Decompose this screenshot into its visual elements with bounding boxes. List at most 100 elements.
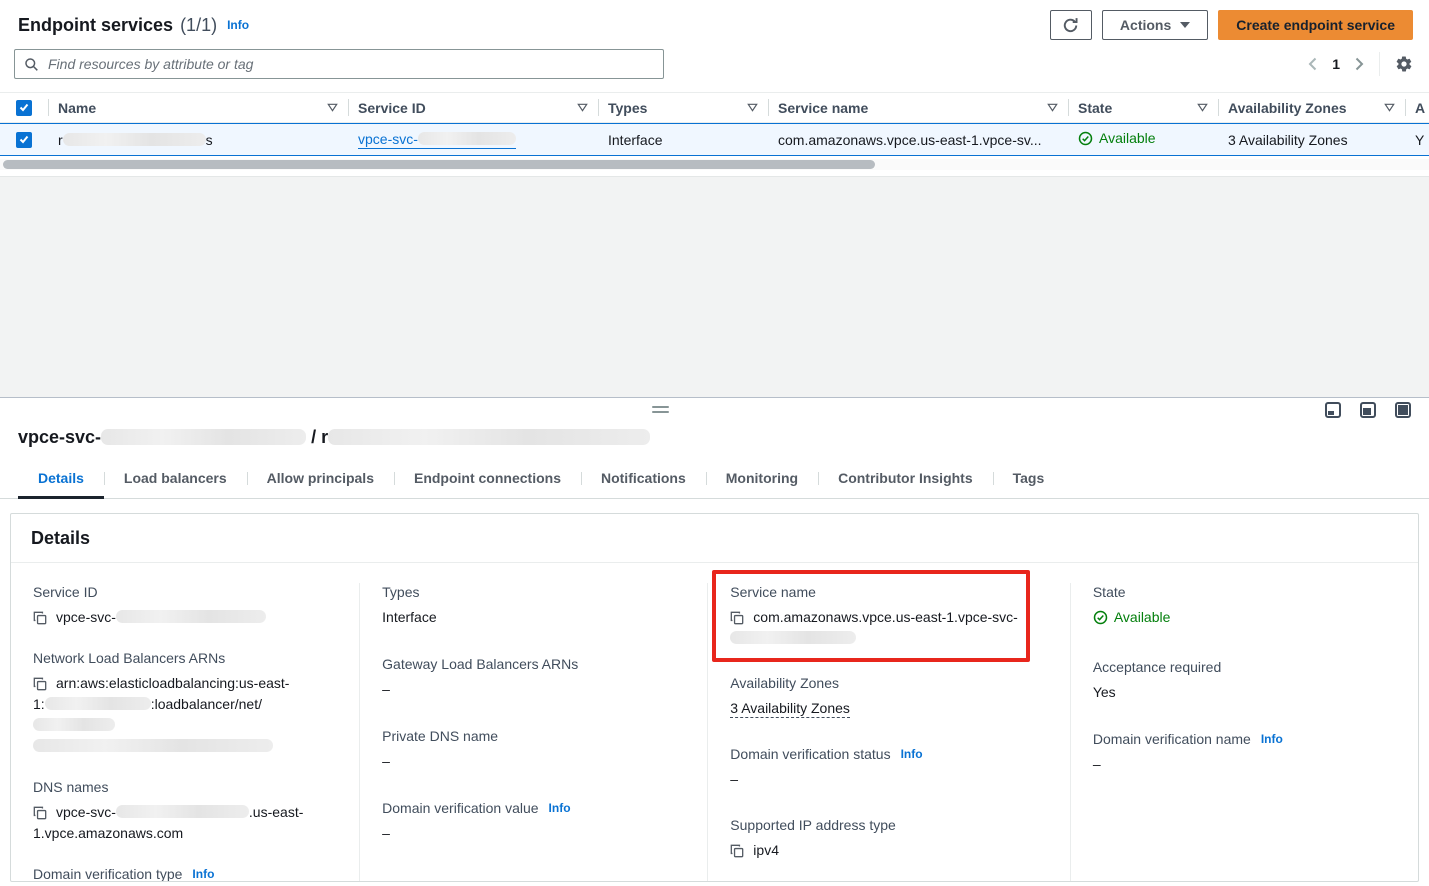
copy-icon[interactable] [33,806,47,820]
info-link[interactable]: Info [227,18,249,32]
tab-contributor-insights[interactable]: Contributor Insights [818,461,993,498]
copy-icon[interactable] [730,611,744,625]
next-page-icon[interactable] [1355,57,1364,71]
check-circle-icon [1093,610,1108,625]
tab-details[interactable]: Details [18,461,104,498]
info-link[interactable]: Info [549,799,571,817]
check-circle-icon [1078,131,1093,146]
column-header-service-id[interactable]: Service ID [348,93,598,122]
horizontal-scrollbar-thumb[interactable] [3,160,875,169]
redacted-text [33,718,115,731]
tab-endpoint-connections[interactable]: Endpoint connections [394,461,581,498]
page-header: Endpoint services (1/1) Info Actions Cre… [0,0,1429,38]
field-dns-names: DNS names vpce-svc-.us-east- 1.vpce.amaz… [33,778,341,844]
tab-allow-principals[interactable]: Allow principals [247,461,394,498]
service-id-link[interactable]: vpce-svc- [358,131,516,149]
actions-button-label: Actions [1120,17,1171,33]
details-card: Details Service ID vpce-svc- Network Loa… [10,513,1419,882]
redacted-text [116,610,266,623]
column-header-state[interactable]: State [1068,93,1218,122]
cell-state: Available [1068,130,1218,149]
sort-icon [1189,103,1208,112]
field-service-name-highlighted: Service name com.amazonaws.vpce.us-east-… [712,570,1030,662]
info-link[interactable]: Info [192,865,214,882]
field-nlb-arns: Network Load Balancers ARNs arn:aws:elas… [33,649,341,757]
table-header-row: Name Service ID Types Service name [0,92,1429,123]
tab-monitoring[interactable]: Monitoring [706,461,818,498]
search-box[interactable] [14,49,664,79]
details-column-3: Service name com.amazonaws.vpce.us-east-… [707,583,1070,882]
details-card-heading: Details [11,514,1418,563]
sort-icon [1376,103,1395,112]
tab-load-balancers[interactable]: Load balancers [104,461,247,498]
row-checkbox[interactable] [16,132,32,148]
sort-icon [569,103,588,112]
tab-tags[interactable]: Tags [993,461,1065,498]
copy-icon[interactable] [33,611,47,625]
table-toolbar: 1 [0,38,1429,80]
resource-list-pane: Endpoint services (1/1) Info Actions Cre… [0,0,1429,397]
select-all-cell [0,93,48,122]
panel-position-bottom-icon[interactable] [1325,402,1341,418]
tab-notifications[interactable]: Notifications [581,461,706,498]
redacted-text [116,805,249,818]
panel-position-full-icon[interactable] [1395,402,1411,418]
redacted-text [328,429,650,445]
redacted-text [33,739,273,752]
status-badge: Available [1114,607,1171,628]
field-domain-verification-status: Domain verification statusInfo – [730,745,1052,790]
aws-console-endpoint-services: Endpoint services (1/1) Info Actions Cre… [0,0,1429,886]
field-supported-ip-type: Supported IP address type ipv4 [730,816,1052,861]
column-header-service-name[interactable]: Service name [768,93,1068,122]
field-domain-verification-type: Domain verification typeInfo – [33,865,341,882]
sort-icon [319,103,338,112]
field-service-id: Service ID vpce-svc- [33,583,341,628]
refresh-icon [1062,17,1079,34]
detail-tabs: Details Load balancers Allow principals … [0,461,1429,499]
content-background [0,176,1429,397]
page-title: Endpoint services [18,15,173,36]
page-number[interactable]: 1 [1332,56,1340,72]
search-input[interactable] [46,55,654,73]
cell-service-id: vpce-svc- [348,131,598,149]
actions-button[interactable]: Actions [1102,10,1208,40]
field-state: State Available [1093,583,1400,631]
details-column-1: Service ID vpce-svc- Network Load Balanc… [11,583,359,882]
panel-position-controls [1325,402,1411,418]
sort-icon [739,103,758,112]
horizontal-scrollbar[interactable] [0,159,1429,170]
resize-handle-icon[interactable] [652,406,669,416]
split-panel-title: vpce-svc- / r [0,420,1429,452]
info-link[interactable]: Info [901,745,923,763]
column-header-name[interactable]: Name [48,93,348,122]
create-button-label: Create endpoint service [1236,17,1395,33]
settings-gear-icon[interactable] [1395,55,1413,73]
availability-zones-popover-trigger[interactable]: 3 Availability Zones [730,700,850,718]
select-all-checkbox[interactable] [16,100,32,116]
split-panel: vpce-svc- / r Details Load balancers All… [0,397,1429,882]
column-header-acceptance[interactable]: A [1405,93,1429,122]
refresh-button[interactable] [1050,10,1092,40]
table-row[interactable]: rs vpce-svc- Interface com.amazonaws.vpc… [0,123,1429,156]
status-badge: Available [1099,130,1156,146]
field-private-dns-name: Private DNS name – [382,727,689,772]
field-acceptance-required: Acceptance required Yes [1093,658,1400,703]
availability-zones-popover-trigger[interactable]: 3 Availability Zones [1228,132,1348,148]
redacted-text [730,631,856,644]
field-availability-zones: Availability Zones 3 Availability Zones [730,674,1052,719]
chevron-down-icon [1180,22,1190,28]
panel-position-side-icon[interactable] [1360,402,1376,418]
split-panel-bar [0,398,1429,420]
copy-icon[interactable] [730,844,744,858]
toolbar-divider [1379,52,1380,76]
column-header-types[interactable]: Types [598,93,768,122]
info-link[interactable]: Info [1261,730,1283,748]
details-column-4: State Available Acceptance required Yes [1070,583,1418,882]
create-endpoint-service-button[interactable]: Create endpoint service [1218,10,1413,40]
column-header-availability-zones[interactable]: Availability Zones [1218,93,1405,122]
details-column-2: Types Interface Gateway Load Balancers A… [359,583,707,882]
copy-icon[interactable] [33,677,47,691]
previous-page-icon[interactable] [1308,57,1317,71]
cell-availability-zones: 3 Availability Zones [1218,132,1405,148]
field-glb-arns: Gateway Load Balancers ARNs – [382,655,689,700]
